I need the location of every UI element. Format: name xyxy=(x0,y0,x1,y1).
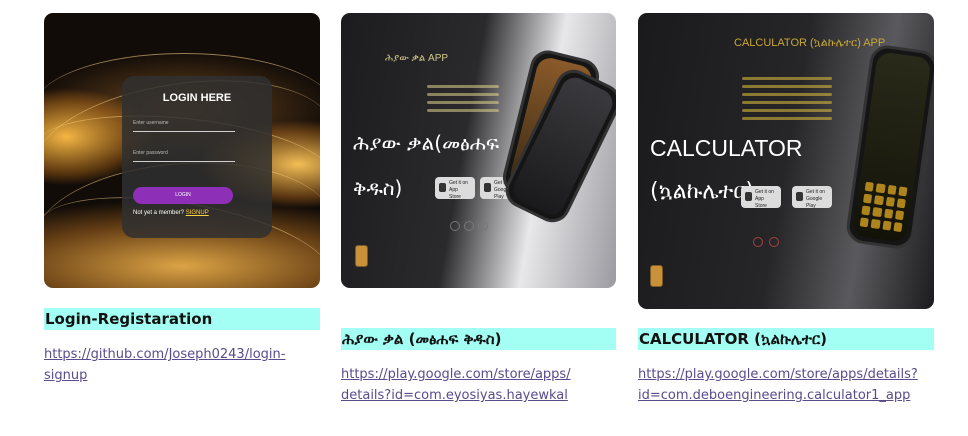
password-field-preview: Enter password xyxy=(133,150,235,162)
social-icon xyxy=(464,221,474,231)
project-title: ሕያው ቃል (መፅሐፍ ቅዱስ) xyxy=(341,328,616,350)
app-label: ሕያው ቃል APP xyxy=(385,53,449,64)
project-title: Login-Registaration xyxy=(44,308,320,330)
app-icon xyxy=(650,265,663,287)
google-play-badge: Get it on Google Play xyxy=(792,186,832,209)
calculator-project-thumbnail[interactable]: CALCULATOR (ኳልኩሌተር) APP CALCULATOR (ኳልኩሌ… xyxy=(638,13,934,309)
play-icon xyxy=(796,192,803,201)
app-icon xyxy=(355,245,368,267)
social-icon xyxy=(753,237,763,247)
login-project-thumbnail[interactable]: LOGIN HERE Enter username Enter password… xyxy=(44,13,320,288)
app-title-line2: ቅዱስ) xyxy=(353,176,403,200)
signup-link-preview: SIGNUP xyxy=(185,210,209,216)
apple-icon xyxy=(439,183,446,192)
app-store-label: Get it on App Store xyxy=(449,180,468,200)
app-title-line1: CALCULATOR xyxy=(650,135,803,161)
phone-mockup xyxy=(844,43,934,251)
project-link-line2: details?id=com.eyosiyas.hayewkal xyxy=(341,388,568,403)
app-title-line1: ሕያው ቃል(መፅሐፍ xyxy=(353,131,500,155)
project-link[interactable]: https://github.com/Joseph0243/login- sig… xyxy=(44,344,285,386)
signup-prompt: Not yet a member? SIGNUP xyxy=(133,210,209,216)
app-store-badge: Get it on App Store xyxy=(435,177,475,200)
project-link-line1: https://play.google.com/store/apps/detai… xyxy=(638,367,918,382)
hayewkal-project-thumbnail[interactable]: ሕያው ቃል APP ሕያው ቃል(መፅሐፍ ቅዱስ) Get it on Ap… xyxy=(341,13,616,288)
social-icon xyxy=(478,221,488,231)
google-play-label: Get it on Google Play xyxy=(806,189,825,209)
login-heading: LOGIN HERE xyxy=(162,92,232,104)
play-icon xyxy=(484,183,491,192)
signup-prompt-text: Not yet a member? xyxy=(133,210,185,216)
project-title: CALCULATOR (ኳልኩሌተር) xyxy=(638,328,934,350)
project-link-line2: signup xyxy=(44,368,88,383)
project-link-line1: https://play.google.com/store/apps/ xyxy=(341,367,571,382)
social-icon xyxy=(450,221,460,231)
app-store-badge: Get it on App Store xyxy=(741,186,781,209)
username-field-preview: Enter username xyxy=(133,120,235,132)
social-icon xyxy=(769,237,779,247)
project-link[interactable]: https://play.google.com/store/apps/detai… xyxy=(638,364,918,406)
app-label: CALCULATOR (ኳልኩሌተር) APP xyxy=(734,37,886,49)
project-link-line2: id=com.deboengineering.calculator1_app xyxy=(638,388,911,403)
apple-icon xyxy=(745,192,752,201)
feature-lines xyxy=(742,77,832,125)
project-link[interactable]: https://play.google.com/store/apps/ deta… xyxy=(341,364,571,406)
login-button-preview: LOGIN xyxy=(133,187,233,204)
app-store-label: Get it on App Store xyxy=(755,189,774,209)
login-form-preview: LOGIN HERE Enter username Enter password… xyxy=(122,76,272,238)
app-title-line2: (ኳልኩሌተር) xyxy=(650,179,755,204)
project-link-line1: https://github.com/Joseph0243/login- xyxy=(44,347,286,362)
feature-lines xyxy=(427,85,499,117)
